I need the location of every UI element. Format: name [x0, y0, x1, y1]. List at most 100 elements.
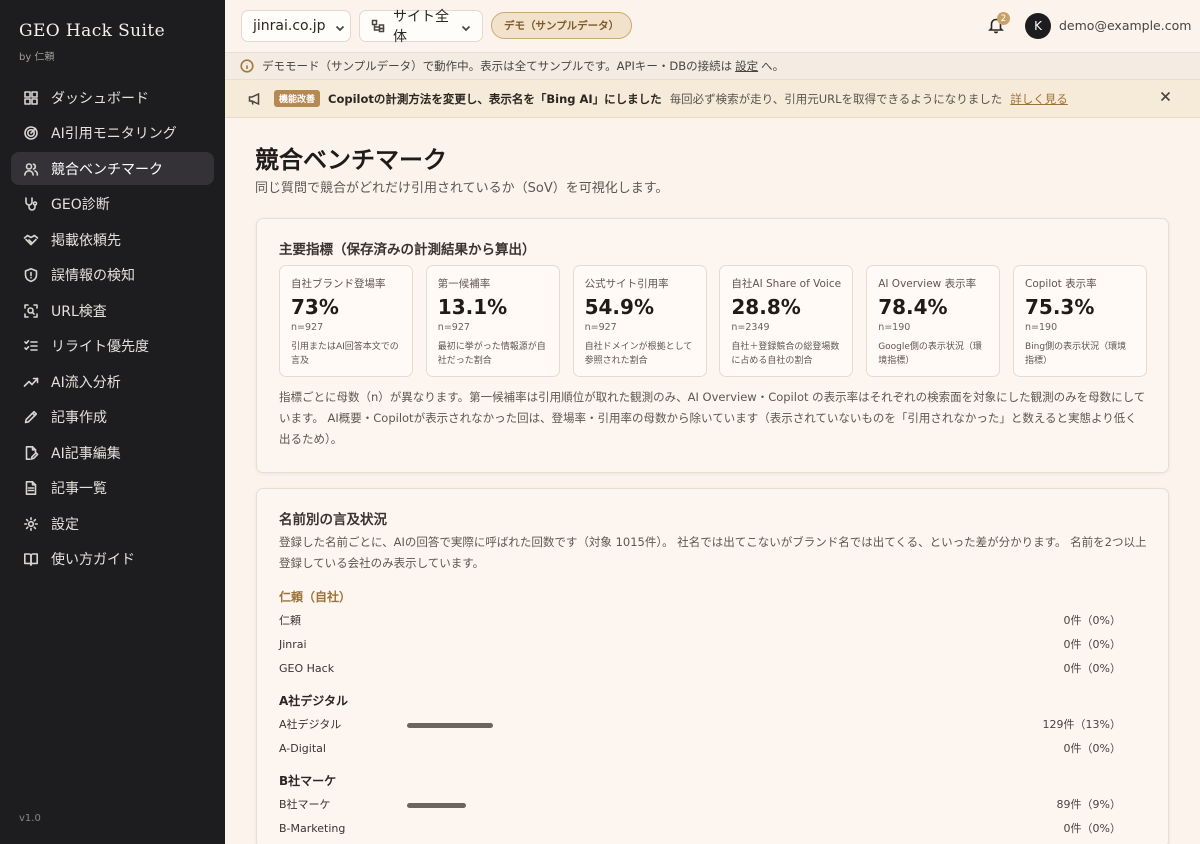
sidebar-item-stethoscope[interactable]: GEO診断 — [11, 188, 214, 221]
metric-card: 第一候補率 13.1% n=927 最初に挙がった情報源が自社だった割合 — [425, 265, 560, 377]
sidebar-nav: ダッシュボード AI引用モニタリング競合ベンチマーク GEO診断掲載依頼先誤情報の検… — [11, 81, 214, 578]
metric-value: 75.3% — [1025, 295, 1095, 319]
mention-count: 0件（0%） — [1063, 662, 1121, 675]
sidebar-item-label: ダッシュボード — [51, 90, 149, 107]
mention-groups: 仁頼（自社） 仁頼 0件（0%） Jinrai 0件（0%） GEO Hack 0件（0%）… — [279, 585, 1147, 841]
sidebar-item-pencil[interactable]: 記事作成 — [11, 401, 214, 434]
mention-row: A社デジタル 129件（13%） — [279, 713, 1147, 737]
sidebar-item-book-open[interactable]: 使い方ガイド — [11, 543, 214, 576]
company-group-title: A社デジタル — [279, 694, 349, 708]
scope-select-value: サイト全体 — [393, 9, 449, 45]
dashboard-icon — [23, 90, 39, 106]
sidebar-item-radar[interactable]: AI引用モニタリング — [11, 117, 214, 150]
file-edit-icon — [23, 445, 39, 461]
sidebar-item-label: AI流入分析 — [51, 374, 121, 391]
sidebar-item-users[interactable]: 競合ベンチマーク — [11, 152, 214, 185]
metric-sample-size: n=190 — [1025, 322, 1058, 333]
scope-select[interactable]: サイト全体 — [359, 9, 483, 45]
book-open-icon — [23, 551, 39, 567]
demo-notice-text-end: へ。 — [761, 59, 785, 73]
metric-value: 73% — [291, 295, 339, 319]
sidebar-item-label: GEO診断 — [51, 197, 110, 213]
update-details-link[interactable]: 詳しく見る — [1010, 91, 1068, 107]
scan-search-icon — [23, 303, 39, 319]
handshake-icon — [23, 232, 39, 248]
metric-description: 自社ドメインが根拠として参照された割合 — [584, 342, 693, 366]
sidebar-item-label: 記事作成 — [51, 410, 107, 426]
mention-name: B-Marketing — [279, 822, 346, 835]
sidebar-item-file-text[interactable]: 記事一覧 — [11, 472, 214, 505]
key-metrics-card: 主要指標（保存済みの計測結果から算出） 自社ブランド登場率 73% n=927 引用ま… — [256, 218, 1169, 473]
metric-label: 第一候補率 — [437, 278, 491, 290]
sidebar-item-label: 使い方ガイド — [51, 552, 135, 568]
mention-bar — [407, 723, 493, 728]
name-mentions-card: 名前別の言及状況 登録した名前ごとに、AIの回答で実際に呼ばれた回数です（対象 … — [256, 488, 1169, 844]
sidebar-item-file-edit[interactable]: AI記事編集 — [11, 436, 214, 469]
mention-count: 89件（9%） — [1056, 798, 1121, 811]
file-text-icon — [23, 480, 39, 496]
metric-card: 公式サイト引用率 54.9% n=927 自社ドメインが根拠として参照された割合 — [572, 265, 707, 377]
sidebar-item-handshake[interactable]: 掲載依頼先 — [11, 223, 214, 256]
metric-label: 自社AI Share of Voice — [731, 278, 842, 290]
mention-name: A社デジタル — [279, 718, 342, 731]
company-group-title: 仁頼（自社） — [279, 590, 352, 604]
megaphone-icon — [248, 92, 264, 106]
metric-label: 公式サイト引用率 — [584, 278, 669, 290]
mentions-description: 登録した名前ごとに、AIの回答で実際に呼ばれた回数です（対象 1015件）。 社… — [279, 535, 1147, 570]
metric-card: 自社AI Share of Voice 28.8% n=2349 自社＋登録競合の総登… — [719, 265, 854, 377]
mention-name: 仁頼 — [279, 614, 301, 627]
sidebar-item-label: AI引用モニタリング — [51, 126, 177, 142]
mention-name: B社マーケ — [279, 798, 331, 811]
page-title: 競合ベンチマーク — [255, 146, 447, 174]
avatar[interactable]: K — [1025, 13, 1051, 39]
mention-count: 0件（0%） — [1063, 614, 1121, 627]
metric-description: Google側の表示状況（環境指標） — [878, 342, 982, 366]
sidebar-item-trending-up[interactable]: AI流入分析 — [11, 365, 214, 398]
update-banner: 機能改善 Copilotの計測方法を変更し、表示名を「Bing AI」にしました… — [225, 80, 1200, 118]
settings-link[interactable]: 設定 — [735, 58, 758, 74]
info-icon — [240, 59, 254, 73]
chevron-down-icon — [461, 21, 471, 32]
app-byline: by 仁頼 — [19, 52, 55, 63]
update-tag: 機能改善 — [274, 90, 321, 107]
metric-description: Bing側の表示状況（環境指標） — [1025, 342, 1127, 366]
sidebar: GEO Hack Suite by 仁頼 ダッシュボード AI引用モニタリング 競合… — [0, 0, 225, 844]
page-subtitle: 同じ質問で競合がどれだけ引用されているか（SoV）を可視化します。 — [255, 181, 669, 196]
metric-description: 最初に挙がった情報源が自社だった割合 — [437, 342, 546, 366]
metric-card: Copilot 表示率 75.3% n=190 Bing側の表示状況（環境指標） — [1013, 265, 1147, 377]
metric-description: 引用またはAI回答本文での言及 — [291, 342, 399, 366]
sidebar-item-dashboard[interactable]: ダッシュボード — [11, 81, 214, 114]
metric-sample-size: n=927 — [437, 322, 470, 333]
sitemap-icon — [371, 19, 385, 33]
mention-count: 0件（0%） — [1063, 638, 1121, 651]
domain-select[interactable]: jinrai.co.jp — [241, 10, 351, 42]
demo-mode-notice: デモモード（サンプルデータ）で動作中。表示は全てサンプルです。APIキー・DBの… — [225, 52, 1200, 80]
sidebar-item-label: 誤情報の検知 — [51, 268, 135, 284]
metric-description: 自社＋登録競合の総登場数に占める自社の割合 — [731, 342, 840, 366]
metric-value: 78.4% — [878, 295, 948, 319]
sidebar-item-shield-alert[interactable]: 誤情報の検知 — [11, 259, 214, 292]
sidebar-item-label: 掲載依頼先 — [51, 232, 121, 249]
close-icon[interactable] — [1160, 91, 1174, 105]
sidebar-item-label: 記事一覧 — [51, 481, 107, 497]
mention-row: Jinrai 0件（0%） — [279, 633, 1147, 657]
metric-card: 自社ブランド登場率 73% n=927 引用またはAI回答本文での言及 — [279, 265, 413, 377]
sidebar-item-label: AI記事編集 — [51, 445, 121, 462]
metric-value: 28.8% — [731, 295, 801, 319]
mention-bar — [407, 803, 467, 808]
sidebar-item-list-checks[interactable]: リライト優先度 — [11, 330, 214, 363]
metric-sample-size: n=190 — [878, 322, 911, 333]
sidebar-item-gear[interactable]: 設定 — [11, 507, 214, 540]
card-title: 名前別の言及状況 — [279, 512, 387, 528]
mention-row: GEO Hack 0件（0%） — [279, 657, 1147, 681]
chevron-down-icon — [335, 21, 345, 32]
demo-badge: デモ（サンプルデータ） — [491, 12, 633, 39]
update-description: 毎回必ず検索が走り、引用元URLを取得できるようになりました — [669, 91, 1003, 106]
sidebar-item-scan-search[interactable]: URL検査 — [11, 294, 214, 327]
notifications-button[interactable]: 2 — [987, 12, 1010, 36]
domain-select-value: jinrai.co.jp — [253, 18, 326, 34]
mention-row: 仁頼 0件（0%） — [279, 609, 1147, 633]
update-title: Copilotの計測方法を変更し、表示名を「Bing AI」にしました — [328, 91, 662, 106]
